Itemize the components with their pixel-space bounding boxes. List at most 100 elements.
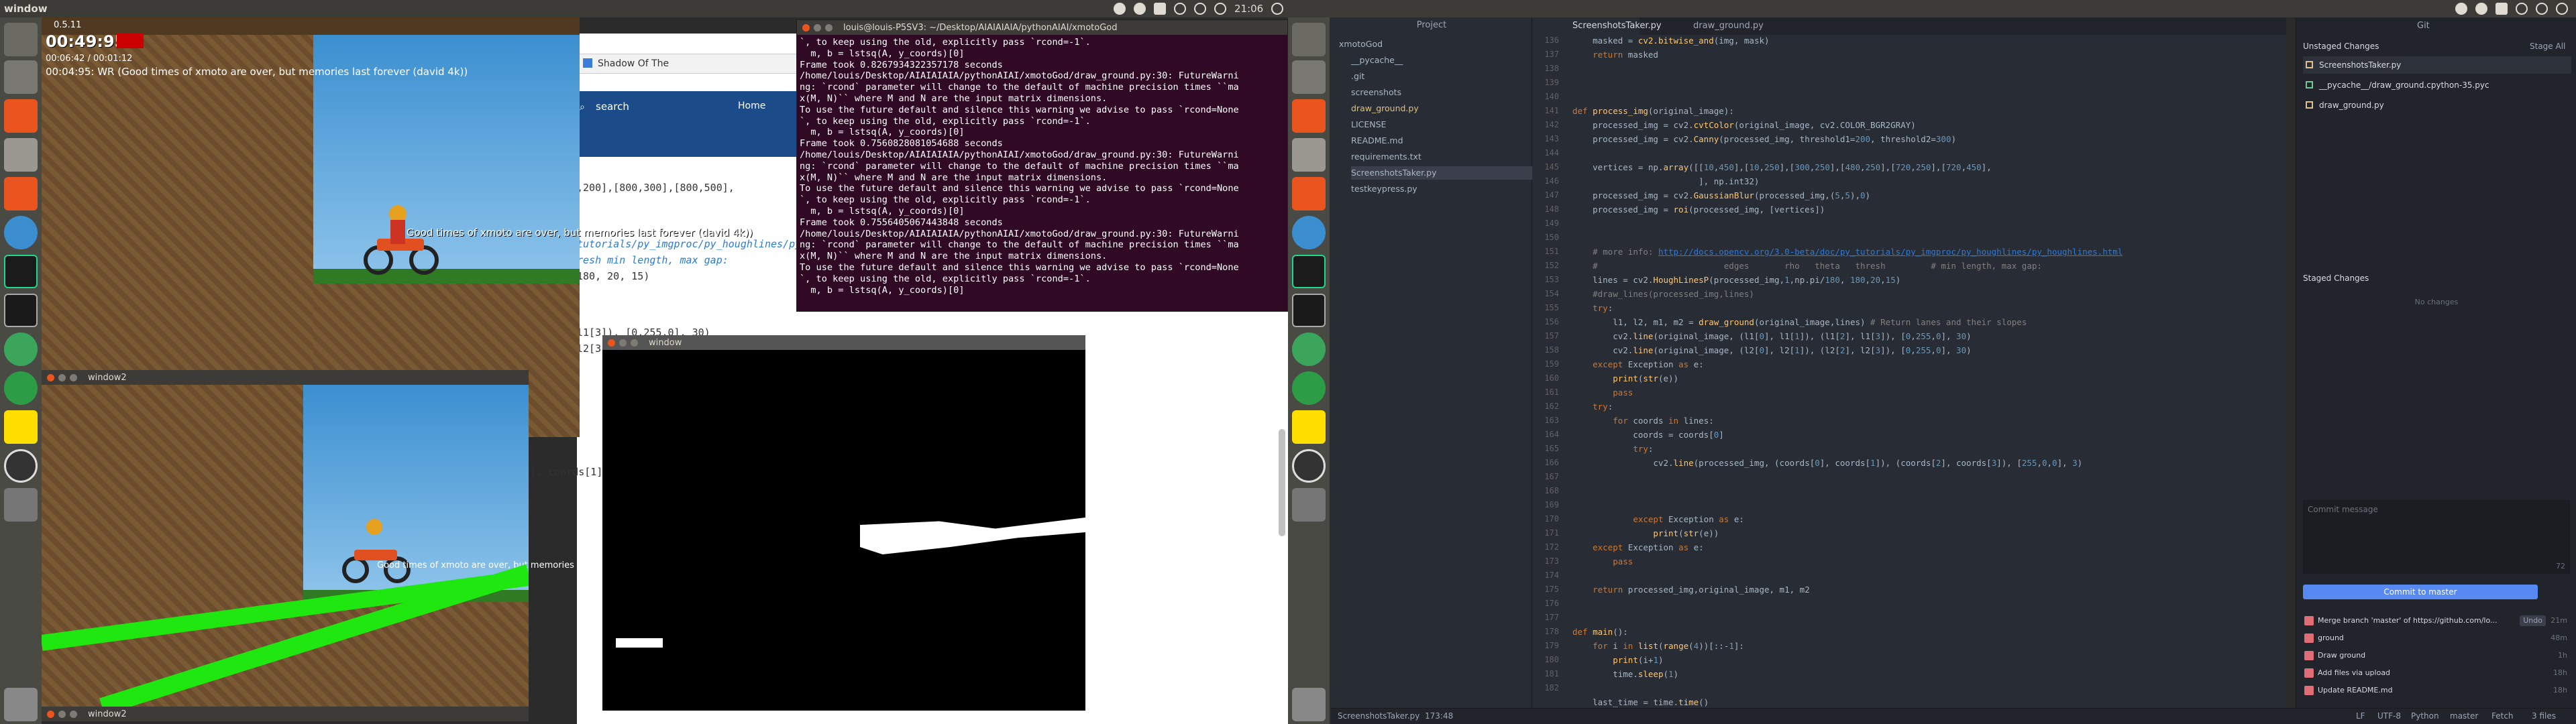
files-icon[interactable] <box>1292 60 1326 94</box>
close-icon[interactable] <box>608 339 615 347</box>
terminal-icon[interactable] <box>1292 294 1326 327</box>
tray-icon[interactable] <box>2455 3 2467 15</box>
nav-home[interactable]: Home <box>738 101 765 111</box>
globe-icon[interactable] <box>4 371 38 405</box>
close-icon[interactable] <box>47 373 54 381</box>
xmoto-icon[interactable] <box>1292 410 1326 444</box>
status-files[interactable]: 3 files <box>2532 711 2556 721</box>
obs-icon[interactable] <box>4 449 38 483</box>
minimize-icon[interactable] <box>58 710 66 718</box>
bluetooth-icon[interactable] <box>2516 3 2528 15</box>
chrome-icon[interactable] <box>1292 216 1326 249</box>
minimize-icon[interactable] <box>58 373 66 381</box>
maximize-icon[interactable] <box>70 710 77 718</box>
status-fetch[interactable]: Fetch <box>2491 711 2514 721</box>
unstaged-file[interactable]: draw_ground.py <box>2303 97 2571 114</box>
tree-item[interactable]: draw_ground.py <box>1351 102 1419 115</box>
tree-item[interactable]: __pycache__ <box>1351 54 1403 67</box>
tree-item[interactable]: README.md <box>1351 134 1403 147</box>
tray-icon[interactable] <box>1114 3 1126 15</box>
software-center-icon[interactable] <box>4 99 38 133</box>
minimize-icon[interactable] <box>619 339 627 347</box>
tree-item[interactable]: requirements.txt <box>1351 150 1421 164</box>
unstaged-file[interactable]: ScreenshotsTaker.py <box>2303 56 2571 74</box>
tree-item[interactable]: xmotoGod <box>1339 38 1383 51</box>
terminal-output[interactable]: `, to keep using the old, explicitly pas… <box>797 35 1287 311</box>
atom-icon[interactable] <box>4 333 38 366</box>
unknown-app-icon[interactable] <box>1292 488 1326 522</box>
status-encoding[interactable]: UTF-8 <box>2377 711 2401 721</box>
line-number: 139 <box>1544 78 1559 87</box>
pycharm-icon[interactable] <box>4 255 38 288</box>
battery-icon[interactable] <box>2536 3 2548 15</box>
tree-item[interactable]: LICENSE <box>1351 118 1386 131</box>
terminal-titlebar[interactable]: louis@louis-P5SV3: ~/Desktop/AIAIAIAIA/p… <box>797 20 1287 35</box>
commit-history-item[interactable]: Draw ground 1h <box>2303 648 2571 664</box>
code-editor[interactable]: 136 137 138 139 140 141 142 143 144 145 146 147 148 1… <box>1532 35 2286 708</box>
trash-icon[interactable] <box>4 688 38 721</box>
volume-icon[interactable] <box>2556 3 2568 15</box>
commit-history-item[interactable]: Add files via upload 18h <box>2303 665 2571 681</box>
browser-tab[interactable]: Shadow Of The <box>577 54 798 74</box>
window2-titlebar[interactable]: window2 <box>42 370 529 385</box>
keyboard-icon[interactable] <box>1154 3 1166 15</box>
tree-item[interactable]: .git <box>1351 70 1364 83</box>
maximize-icon[interactable] <box>631 339 638 347</box>
commit-message-input[interactable]: Commit message 72 <box>2303 500 2570 574</box>
search-link[interactable]: search <box>596 101 629 113</box>
commit-history-item[interactable]: ground 48m <box>2303 630 2571 646</box>
software-center-icon[interactable] <box>1292 99 1326 133</box>
system-settings-icon[interactable] <box>1292 177 1326 210</box>
tray-icon[interactable] <box>1134 3 1146 15</box>
maximize-icon[interactable] <box>70 373 77 381</box>
edge-window-titlebar[interactable]: window <box>602 335 1085 350</box>
close-icon[interactable] <box>802 23 810 32</box>
unknown-app-icon[interactable] <box>4 488 38 522</box>
bluetooth-icon[interactable] <box>1174 3 1186 15</box>
settings-icon[interactable] <box>1292 138 1326 172</box>
gear-icon[interactable] <box>1271 3 1284 15</box>
chrome-icon[interactable] <box>4 216 38 249</box>
commit-button[interactable]: Commit to master <box>2303 585 2538 599</box>
obs-icon[interactable] <box>1292 449 1326 483</box>
commit-history-item[interactable]: Update README.md 18h <box>2303 682 2571 699</box>
tree-item[interactable]: ScreenshotsTaker.py <box>1351 166 1539 180</box>
tree-item[interactable]: testkeypress.py <box>1351 182 1417 196</box>
unstaged-file[interactable]: __pycache__/draw_ground.cpython-35.pyc <box>2303 76 2571 94</box>
tray-icon[interactable] <box>2475 3 2487 15</box>
trash-icon[interactable] <box>1292 688 1326 721</box>
system-settings-icon[interactable] <box>4 177 38 210</box>
tab-draw-ground[interactable]: draw_ground.py <box>1640 17 1774 35</box>
files-icon[interactable] <box>4 60 38 94</box>
dash-icon[interactable] <box>4 23 38 56</box>
xmoto-icon[interactable] <box>4 410 38 444</box>
commit-history-item[interactable]: Merge branch 'master' of https://github.… <box>2303 613 2571 629</box>
stage-all-button[interactable]: Stage All <box>2530 42 2565 51</box>
maximize-icon[interactable] <box>825 23 833 32</box>
minimize-icon[interactable] <box>814 23 821 32</box>
line-number: 168 <box>1544 486 1559 495</box>
volume-icon[interactable] <box>1214 3 1226 15</box>
project-header[interactable]: Project <box>1331 20 1532 30</box>
search-icon[interactable]: ⌕ <box>580 102 585 113</box>
atom-icon[interactable] <box>1292 333 1326 366</box>
globe-icon[interactable] <box>1292 371 1326 405</box>
pycharm-icon[interactable] <box>1292 255 1326 288</box>
settings-icon[interactable] <box>4 138 38 172</box>
status-cursor-position[interactable]: 173:48 <box>1425 711 1453 721</box>
clock[interactable]: 21:06 <box>1234 3 1263 15</box>
dash-icon[interactable] <box>1292 23 1326 56</box>
scrollbar[interactable] <box>1279 429 1285 536</box>
close-icon[interactable] <box>47 710 54 718</box>
undo-button[interactable]: Undo <box>2520 615 2546 626</box>
window2b-titlebar[interactable]: window2 <box>42 707 529 721</box>
battery-icon[interactable] <box>1194 3 1206 15</box>
keyboard-icon[interactable] <box>2496 3 2508 15</box>
terminal-icon[interactable] <box>4 294 38 327</box>
tab-screenshotstaker[interactable]: ScreenshotsTaker.py <box>1532 17 1662 35</box>
status-branch[interactable]: master <box>2450 711 2478 721</box>
tree-item[interactable]: screenshots <box>1351 86 1401 99</box>
status-grammar[interactable]: Python <box>2411 711 2439 721</box>
status-line-ending[interactable]: LF <box>2356 711 2365 721</box>
status-file[interactable]: ScreenshotsTaker.py <box>1338 711 1419 721</box>
